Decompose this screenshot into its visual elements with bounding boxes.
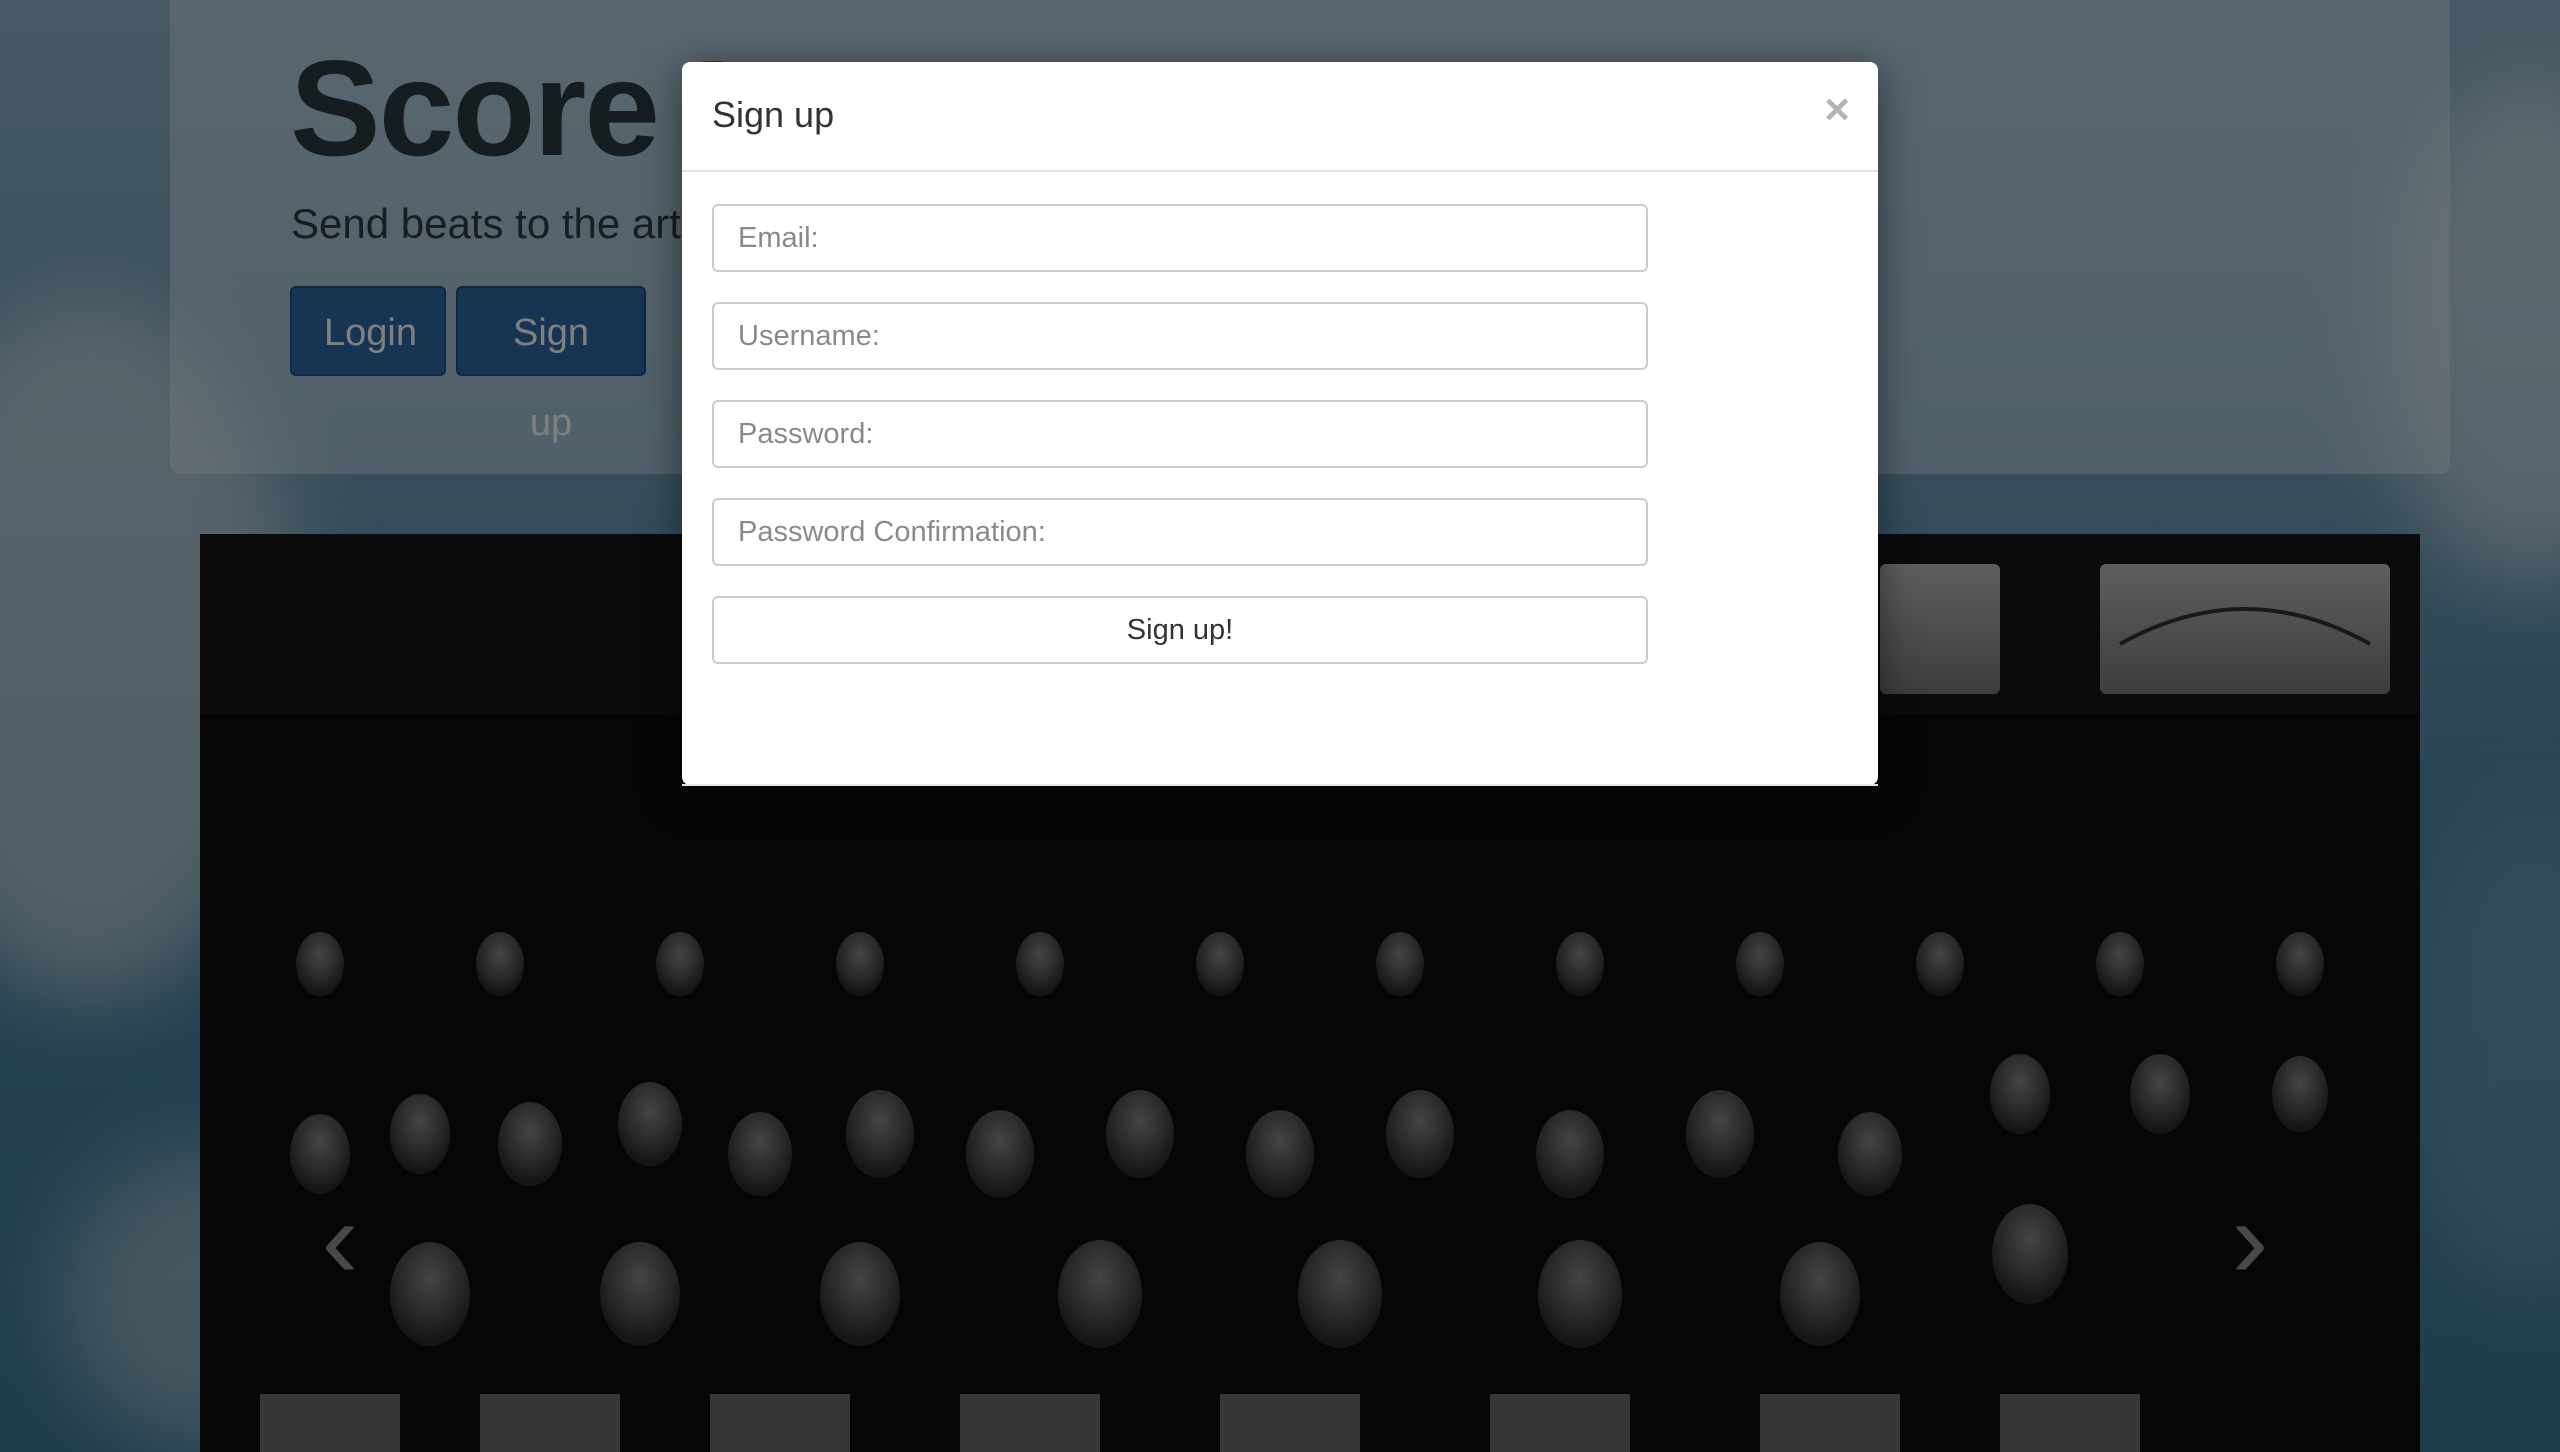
- signup-submit-button[interactable]: Sign up!: [712, 596, 1648, 664]
- modal-title: Sign up: [712, 94, 835, 135]
- page: Score I Send beats to the artis Login Si…: [0, 0, 2560, 1452]
- password-field[interactable]: [712, 400, 1648, 468]
- close-icon[interactable]: ×: [1824, 86, 1850, 134]
- modal-header: Sign up ×: [682, 62, 1878, 172]
- signup-modal: Sign up × Sign up!: [682, 62, 1878, 786]
- password-confirmation-field[interactable]: [712, 498, 1648, 566]
- email-field[interactable]: [712, 204, 1648, 272]
- username-field[interactable]: [712, 302, 1648, 370]
- modal-footer: [682, 784, 1878, 786]
- signup-form: Sign up!: [712, 204, 1648, 664]
